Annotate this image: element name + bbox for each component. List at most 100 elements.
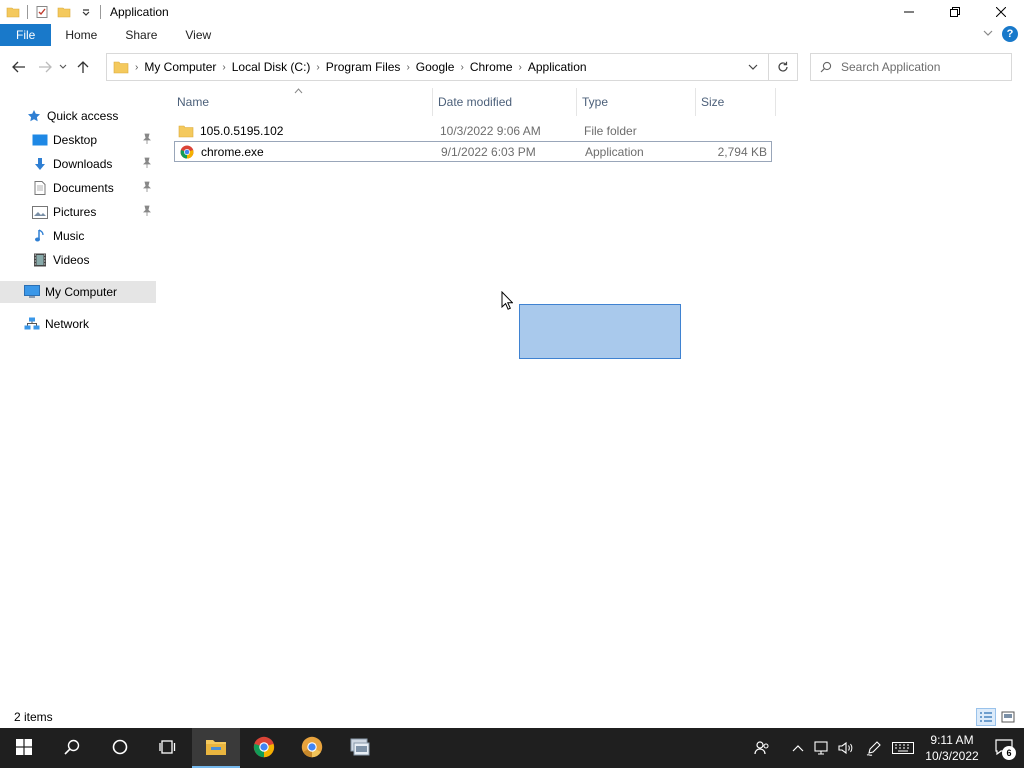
document-icon bbox=[32, 180, 48, 196]
chevron-right-icon[interactable]: › bbox=[133, 62, 140, 73]
volume-icon[interactable] bbox=[834, 728, 858, 768]
file-name: chrome.exe bbox=[201, 144, 264, 159]
pen-icon[interactable] bbox=[862, 728, 886, 768]
column-header-label: Name bbox=[177, 95, 210, 109]
separator bbox=[27, 5, 28, 19]
cortana-button[interactable] bbox=[96, 728, 144, 768]
customize-qat-dropdown-icon[interactable] bbox=[78, 4, 94, 20]
new-folder-icon[interactable] bbox=[56, 4, 72, 20]
recent-locations-icon[interactable] bbox=[56, 56, 70, 78]
breadcrumb: › My Computer › Local Disk (C:) › Progra… bbox=[107, 54, 738, 80]
minimize-button[interactable] bbox=[886, 0, 932, 24]
computer-icon bbox=[24, 284, 40, 300]
sort-ascending-icon bbox=[294, 86, 303, 96]
address-row: › My Computer › Local Disk (C:) › Progra… bbox=[0, 46, 1024, 88]
restore-button[interactable] bbox=[932, 0, 978, 24]
forward-button[interactable] bbox=[34, 56, 56, 78]
column-header-date[interactable]: Date modified bbox=[433, 88, 577, 116]
windows-logo-icon bbox=[16, 738, 32, 758]
chevron-right-icon[interactable]: › bbox=[517, 62, 524, 73]
chevron-right-icon[interactable]: › bbox=[220, 62, 227, 73]
nav-quick-access[interactable]: Quick access bbox=[0, 105, 156, 127]
nav-item-pictures[interactable]: Pictures bbox=[0, 201, 156, 223]
search-input[interactable] bbox=[841, 60, 1001, 74]
nav-item-music[interactable]: Music bbox=[0, 225, 156, 247]
taskbar-search-button[interactable] bbox=[48, 728, 96, 768]
column-header-type[interactable]: Type bbox=[577, 88, 696, 116]
nav-item-desktop[interactable]: Desktop bbox=[0, 129, 156, 151]
chevron-right-icon[interactable]: › bbox=[314, 62, 321, 73]
file-row[interactable]: chrome.exe 9/1/2022 6:03 PM Application … bbox=[174, 141, 772, 162]
tab-view[interactable]: View bbox=[171, 24, 225, 46]
tab-home[interactable]: Home bbox=[51, 24, 111, 46]
file-row[interactable]: 105.0.5195.102 10/3/2022 9:06 AM File fo… bbox=[174, 120, 772, 141]
pin-icon[interactable] bbox=[142, 133, 152, 148]
back-button[interactable] bbox=[8, 56, 30, 78]
file-list-view[interactable]: Name Date modified Type Size 105.0.5195.… bbox=[160, 88, 1024, 706]
pin-icon[interactable] bbox=[142, 181, 152, 196]
ribbon-right-controls: ? bbox=[982, 26, 1018, 42]
crumb-application[interactable]: Application bbox=[524, 60, 591, 74]
crumb-my-computer[interactable]: My Computer bbox=[140, 60, 220, 74]
large-icons-view-icon[interactable] bbox=[998, 708, 1018, 726]
close-button[interactable] bbox=[978, 0, 1024, 24]
taskbar-chrome[interactable] bbox=[240, 728, 288, 768]
navigation-pane: Quick access Desktop Downloads Documents bbox=[0, 88, 160, 706]
up-button[interactable] bbox=[72, 56, 94, 78]
task-view-icon bbox=[159, 739, 177, 758]
chrome-icon bbox=[253, 736, 275, 761]
crumb-chrome[interactable]: Chrome bbox=[466, 60, 517, 74]
nav-item-documents[interactable]: Documents bbox=[0, 177, 156, 199]
file-type: File folder bbox=[584, 123, 637, 138]
folder-icon bbox=[5, 4, 21, 20]
column-header-name[interactable]: Name bbox=[172, 88, 433, 116]
nav-label: Network bbox=[45, 317, 90, 331]
help-icon[interactable]: ? bbox=[1002, 26, 1018, 42]
pin-icon[interactable] bbox=[142, 157, 152, 172]
crumb-program-files[interactable]: Program Files bbox=[322, 60, 405, 74]
music-icon bbox=[32, 228, 48, 244]
taskbar-app[interactable] bbox=[336, 728, 384, 768]
column-header-size[interactable]: Size bbox=[696, 88, 776, 116]
address-bar[interactable]: › My Computer › Local Disk (C:) › Progra… bbox=[106, 53, 769, 81]
nav-my-computer[interactable]: My Computer bbox=[0, 281, 156, 303]
network-tray-icon[interactable] bbox=[810, 728, 834, 768]
nav-item-downloads[interactable]: Downloads bbox=[0, 153, 156, 175]
crumb-google[interactable]: Google bbox=[412, 60, 459, 74]
system-tray: 9:11 AM 10/3/2022 6 bbox=[750, 728, 1024, 768]
details-view-icon[interactable] bbox=[976, 708, 996, 726]
keyboard-icon[interactable] bbox=[886, 728, 920, 768]
column-header-label: Type bbox=[582, 95, 609, 109]
refresh-button[interactable] bbox=[768, 53, 798, 81]
start-button[interactable] bbox=[0, 728, 48, 768]
taskbar-chrome-canary[interactable] bbox=[288, 728, 336, 768]
pin-icon[interactable] bbox=[142, 205, 152, 220]
chevron-right-icon[interactable]: › bbox=[458, 62, 465, 73]
folder-icon bbox=[113, 60, 129, 74]
nav-label: Downloads bbox=[53, 157, 113, 171]
desktop-icon bbox=[32, 132, 48, 148]
nav-label: My Computer bbox=[45, 285, 118, 299]
expand-ribbon-icon[interactable] bbox=[982, 27, 994, 42]
notification-count-badge: 6 bbox=[1002, 746, 1016, 760]
tab-file[interactable]: File bbox=[0, 24, 52, 46]
chevron-up-icon[interactable] bbox=[786, 728, 810, 768]
chevron-right-icon[interactable]: › bbox=[404, 62, 411, 73]
task-view-button[interactable] bbox=[144, 728, 192, 768]
tab-share[interactable]: Share bbox=[111, 24, 171, 46]
taskbar-file-explorer[interactable] bbox=[192, 728, 240, 768]
file-name: 105.0.5195.102 bbox=[200, 123, 284, 138]
action-center-button[interactable]: 6 bbox=[984, 728, 1024, 768]
nav-item-videos[interactable]: Videos bbox=[0, 249, 156, 271]
file-name-cell: 105.0.5195.102 bbox=[174, 123, 436, 139]
nav-label: Documents bbox=[53, 181, 114, 195]
clock[interactable]: 9:11 AM 10/3/2022 bbox=[920, 732, 984, 764]
properties-icon[interactable] bbox=[34, 4, 50, 20]
file-name-cell: chrome.exe bbox=[175, 144, 437, 160]
address-dropdown-icon[interactable] bbox=[738, 54, 768, 80]
chrome-canary-icon bbox=[301, 736, 323, 761]
crumb-local-disk[interactable]: Local Disk (C:) bbox=[228, 60, 315, 74]
nav-network[interactable]: Network bbox=[0, 313, 156, 335]
selection-rectangle bbox=[519, 304, 681, 359]
people-icon[interactable] bbox=[750, 728, 774, 768]
